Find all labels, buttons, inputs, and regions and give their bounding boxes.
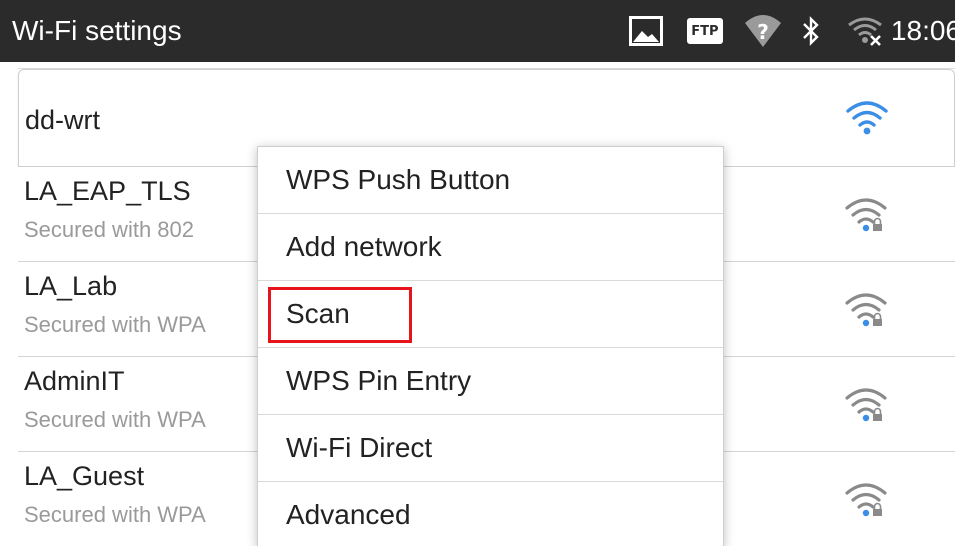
signal-unknown-icon: ? bbox=[744, 15, 781, 47]
options-menu: WPS Push Button Add network Scan WPS Pin… bbox=[257, 146, 724, 546]
svg-text:?: ? bbox=[757, 20, 769, 44]
ftp-label: FTP bbox=[691, 23, 719, 39]
status-icons: FTP ? 18:06 bbox=[627, 0, 955, 62]
menu-item-label: Advanced bbox=[286, 499, 411, 530]
network-security: Secured with WPA bbox=[24, 502, 206, 527]
page-title: Wi-Fi settings bbox=[12, 15, 182, 46]
menu-item-label: WPS Pin Entry bbox=[286, 365, 472, 396]
image-icon bbox=[628, 16, 663, 46]
wifi-secured-icon bbox=[845, 198, 887, 232]
network-security: Secured with 802 bbox=[24, 217, 194, 242]
wifi-secured-icon bbox=[845, 293, 887, 327]
menu-item-wifi-direct[interactable]: Wi-Fi Direct bbox=[258, 415, 723, 482]
wifi-x-icon bbox=[848, 17, 882, 46]
menu-item-label: WPS Push Button bbox=[286, 164, 511, 195]
menu-item-scan[interactable]: Scan bbox=[258, 281, 723, 348]
menu-item-label: Wi-Fi Direct bbox=[286, 432, 433, 463]
wifi-secured-icon bbox=[845, 483, 887, 517]
menu-item-label: Scan bbox=[286, 298, 350, 329]
menu-item-wps-pin-entry[interactable]: WPS Pin Entry bbox=[258, 348, 723, 415]
wifi-secured-icon bbox=[845, 388, 887, 422]
menu-item-label: Add network bbox=[286, 231, 442, 262]
network-name: LA_EAP_TLS bbox=[24, 176, 191, 206]
bluetooth-icon bbox=[803, 16, 819, 46]
menu-item-wps-push-button[interactable]: WPS Push Button bbox=[258, 147, 723, 214]
network-name: AdminIT bbox=[24, 366, 125, 396]
network-name: LA_Lab bbox=[24, 271, 118, 301]
network-security: Secured with WPA bbox=[24, 407, 206, 432]
network-security: Secured with WPA bbox=[24, 312, 206, 337]
clock: 18:06 bbox=[890, 15, 955, 46]
screen: Wi-Fi settings FTP ? 18:06 dd-wrt LA_EAP… bbox=[0, 0, 955, 546]
wifi-connected-icon bbox=[846, 101, 888, 135]
menu-item-advanced[interactable]: Advanced bbox=[258, 482, 723, 546]
status-bar: Wi-Fi settings FTP ? 18:06 bbox=[0, 0, 955, 62]
ftp-icon: FTP bbox=[686, 18, 723, 44]
menu-item-add-network[interactable]: Add network bbox=[258, 214, 723, 281]
network-name: dd-wrt bbox=[25, 105, 101, 135]
network-name: LA_Guest bbox=[24, 461, 145, 491]
